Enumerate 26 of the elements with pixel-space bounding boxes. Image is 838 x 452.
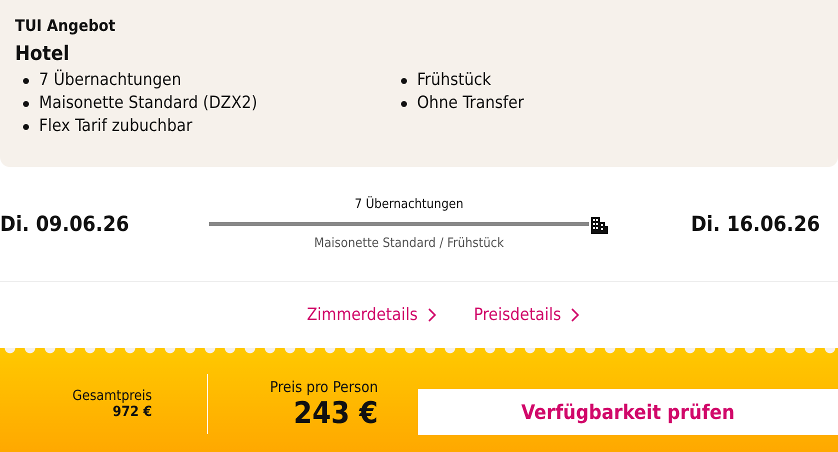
feature-text: Ohne Transfer	[417, 92, 524, 115]
availability-button[interactable]: Verfügbarkeit prüfen	[418, 389, 838, 435]
details-link[interactable]: Zimmerdetails	[306, 305, 436, 325]
nights-text: 7 Übernachtungen	[354, 197, 464, 212]
offer-label: TUI Angebot	[15, 16, 116, 35]
chevron-icon	[428, 308, 436, 322]
per-person-label: Preis pro Person	[270, 378, 378, 396]
room-text: Maisonette Standard / Frühstück	[314, 236, 504, 251]
feature-text: Frühstück	[417, 69, 492, 92]
building-icon	[588, 214, 609, 234]
chevron-icon	[571, 308, 580, 322]
bullet-icon	[23, 78, 29, 84]
bullet-icon	[23, 100, 29, 106]
total-label: Gesamtpreis	[72, 388, 152, 404]
feature-text: 7 Übernachtungen	[39, 69, 182, 92]
total-price: 972 €	[112, 404, 152, 420]
start-date: Di. 09.06.26	[0, 212, 130, 236]
feature-text: Flex Tarif zubuchbar	[39, 115, 192, 138]
bullet-icon	[401, 78, 407, 84]
per-person-price: 243 €	[293, 396, 378, 430]
bullet-icon	[23, 124, 29, 130]
end-date: Di. 16.06.26	[690, 212, 820, 236]
details-link[interactable]: Preisdetails	[474, 305, 580, 325]
offer-title: Hotel	[15, 41, 70, 65]
bullet-icon	[401, 100, 407, 106]
feature-text: Maisonette Standard (DZX2)	[39, 92, 258, 115]
